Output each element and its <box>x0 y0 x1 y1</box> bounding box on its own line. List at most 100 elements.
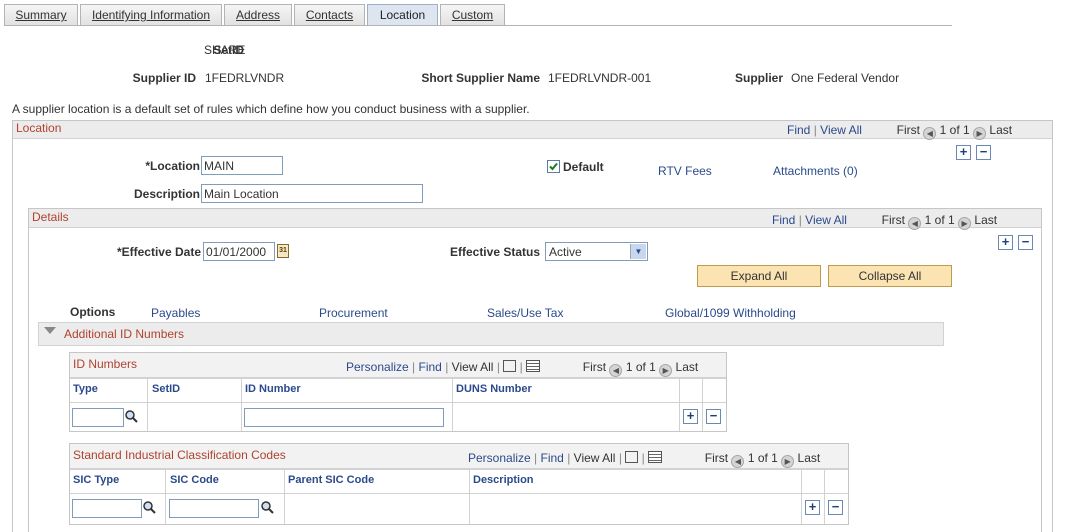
sic-add-row-button[interactable]: + <box>805 500 820 515</box>
payables-link[interactable]: Payables <box>151 306 200 320</box>
column-divider <box>702 378 703 431</box>
tab-custom[interactable]: Custom <box>440 4 505 25</box>
next-arrow-icon[interactable]: ▶ <box>973 127 987 140</box>
supplier-id-value: 1FEDRLVNDR <box>205 71 285 85</box>
sic-find-link[interactable]: Find <box>541 451 564 465</box>
tab-identifying-information[interactable]: Identifying Information <box>80 4 222 25</box>
details-section-title: Details <box>32 210 69 224</box>
lookup-search-icon[interactable] <box>124 409 138 423</box>
previous-arrow-icon[interactable]: ◀ <box>609 364 623 377</box>
collapse-all-button[interactable]: Collapse All <box>828 265 952 287</box>
expand-all-button[interactable]: Expand All <box>697 265 821 287</box>
supplier-id-label: Supplier ID <box>132 71 196 85</box>
column-header-parent-sic-code: Parent SIC Code <box>288 474 375 486</box>
location-find-link[interactable]: Find <box>787 123 810 137</box>
previous-arrow-icon[interactable]: ◀ <box>923 127 937 140</box>
tab-summary[interactable]: Summary <box>4 4 78 25</box>
location-nav: Find | View All First ◀ 1 of 1 ▶ Last <box>787 123 1013 140</box>
previous-arrow-icon[interactable]: ◀ <box>908 217 922 230</box>
lookup-search-icon[interactable] <box>142 500 156 514</box>
id-numbers-header-divider <box>70 402 726 403</box>
id-numbers-add-row-button[interactable]: + <box>683 409 698 424</box>
column-divider <box>147 378 148 431</box>
column-divider <box>824 469 825 524</box>
next-arrow-icon[interactable]: ▶ <box>659 364 673 377</box>
id-numbers-find-link[interactable]: Find <box>419 360 442 374</box>
sic-first-label: First <box>704 451 729 465</box>
effective-status-select[interactable]: Active ▼ <box>545 242 648 261</box>
description-input[interactable] <box>201 184 423 203</box>
tab-address[interactable]: Address <box>224 4 292 25</box>
id-number-input[interactable] <box>244 408 444 427</box>
id-numbers-divider <box>70 378 726 379</box>
location-delete-row-button[interactable]: − <box>976 145 991 160</box>
column-header-sic-type: SIC Type <box>73 474 120 486</box>
id-numbers-delete-row-button[interactable]: − <box>706 409 721 424</box>
global-1099-withholding-link[interactable]: Global/1099 Withholding <box>665 306 796 320</box>
column-header-description: Description <box>473 474 534 486</box>
procurement-link[interactable]: Procurement <box>319 306 388 320</box>
next-arrow-icon[interactable]: ▶ <box>958 217 972 230</box>
new-window-icon[interactable] <box>503 360 517 372</box>
details-add-row-button[interactable]: + <box>998 235 1013 250</box>
default-checkbox[interactable] <box>547 160 560 173</box>
details-find-link[interactable]: Find <box>772 213 795 227</box>
effective-date-label: *Effective Date <box>116 245 201 259</box>
location-row-count: 1 of 1 <box>939 123 970 137</box>
column-divider <box>284 469 285 524</box>
details-row-count: 1 of 1 <box>924 213 955 227</box>
previous-arrow-icon[interactable]: ◀ <box>731 455 745 468</box>
tab-location[interactable]: Location <box>367 4 438 26</box>
location-add-row-button[interactable]: + <box>956 145 971 160</box>
sic-nav: Personalize | Find | View All | | First … <box>468 451 821 468</box>
column-header-type: Type <box>73 383 98 395</box>
effective-status-label: Effective Status <box>449 245 540 259</box>
grid-download-icon[interactable] <box>526 360 541 372</box>
id-numbers-view-all-link[interactable]: View All <box>452 360 494 374</box>
column-divider <box>801 469 802 524</box>
calendar-icon[interactable]: 31 <box>277 244 289 258</box>
sic-view-all-link[interactable]: View All <box>574 451 616 465</box>
setid-value: SHARE <box>204 43 246 57</box>
column-divider <box>679 378 680 431</box>
location-section-title: Location <box>16 121 62 135</box>
id-numbers-title: ID Numbers <box>73 357 138 371</box>
id-numbers-row-count: 1 of 1 <box>625 360 656 374</box>
additional-id-numbers-title[interactable]: Additional ID Numbers <box>64 327 184 341</box>
column-header-sic-code: SIC Code <box>170 474 219 486</box>
sic-type-input[interactable] <box>72 499 142 518</box>
location-field-label: *Location <box>145 159 200 173</box>
column-header-id-number: ID Number <box>245 383 301 395</box>
sic-header-divider <box>70 493 848 494</box>
location-input[interactable] <box>201 156 283 175</box>
effective-status-value: Active <box>549 245 582 259</box>
sic-delete-row-button[interactable]: − <box>828 500 843 515</box>
next-arrow-icon[interactable]: ▶ <box>781 455 795 468</box>
attachments-link[interactable]: Attachments (0) <box>773 164 858 178</box>
details-first-label: First <box>881 213 905 227</box>
details-delete-row-button[interactable]: − <box>1018 235 1033 250</box>
column-divider <box>452 378 453 431</box>
column-header-setid: SetID <box>152 383 181 395</box>
rtv-fees-link[interactable]: RTV Fees <box>658 164 712 178</box>
sic-personalize-link[interactable]: Personalize <box>468 451 531 465</box>
type-input[interactable] <box>72 408 124 427</box>
sic-title: Standard Industrial Classification Codes <box>73 448 286 462</box>
id-numbers-personalize-link[interactable]: Personalize <box>346 360 409 374</box>
column-divider <box>469 469 470 524</box>
tab-contacts[interactable]: Contacts <box>294 4 365 25</box>
id-numbers-last-label: Last <box>675 360 699 374</box>
effective-date-input[interactable] <box>203 242 275 261</box>
description-label: Description <box>133 187 200 201</box>
grid-download-icon[interactable] <box>648 451 663 463</box>
location-view-all-link[interactable]: View All <box>820 123 862 137</box>
short-supplier-name-label: Short Supplier Name <box>421 71 540 85</box>
lookup-search-icon[interactable] <box>260 500 274 514</box>
column-divider <box>241 378 242 431</box>
new-window-icon[interactable] <box>625 451 639 463</box>
collapse-triangle-icon[interactable] <box>44 327 56 334</box>
details-view-all-link[interactable]: View All <box>805 213 847 227</box>
sales-use-tax-link[interactable]: Sales/Use Tax <box>487 306 563 320</box>
location-first-label: First <box>896 123 920 137</box>
sic-code-input[interactable] <box>169 499 259 518</box>
